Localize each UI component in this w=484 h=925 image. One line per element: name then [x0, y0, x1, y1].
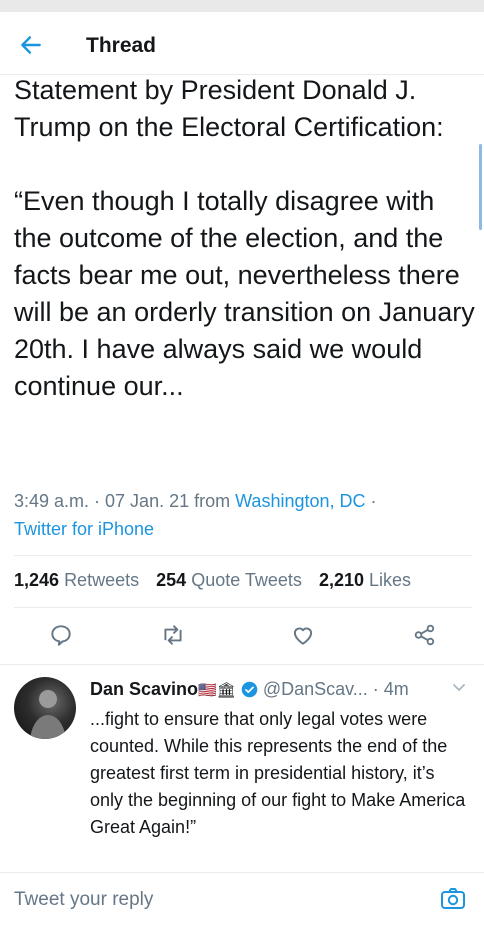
reply-text: ...fight to ensure that only legal votes… — [90, 709, 466, 837]
quote-tweets-label: Quote Tweets — [191, 570, 302, 590]
tweet-text: Statement by President Donald J. Trump o… — [14, 75, 475, 401]
meta-separator: · — [365, 491, 377, 511]
reply-input[interactable] — [14, 885, 414, 915]
reply-header: Dan Scavino🇺🇸🏛 @DanScav... · 4m — [90, 679, 409, 700]
reply-author-emoji: 🇺🇸🏛 — [198, 682, 236, 699]
tweet-stats: 1,246 Retweets 254 Quote Tweets 2,210 Li… — [14, 570, 474, 591]
verified-badge-icon — [241, 681, 258, 698]
reply-author-handle[interactable]: @DanScav... — [263, 679, 368, 699]
divider — [14, 555, 472, 556]
reply-author-name[interactable]: Dan Scavino — [90, 679, 198, 699]
share-icon[interactable] — [412, 622, 438, 648]
avatar[interactable] — [14, 677, 76, 739]
thread-header: Thread — [0, 12, 484, 75]
tweet-client-link[interactable]: Twitter for iPhone — [14, 519, 154, 539]
likes-count: 2,210 — [318, 570, 364, 590]
camera-icon[interactable] — [440, 887, 466, 911]
tweet-location-link[interactable]: Washington, DC — [235, 491, 365, 511]
likes-label: Likes — [369, 570, 412, 590]
retweets-label: Retweets — [64, 570, 140, 590]
reply-time: · 4m — [367, 679, 409, 699]
scrollbar[interactable] — [479, 144, 482, 230]
divider — [14, 607, 472, 608]
retweets-count: 1,246 — [14, 570, 60, 590]
reply-icon[interactable] — [48, 622, 74, 648]
chevron-down-icon[interactable] — [452, 683, 466, 693]
reply-tweet[interactable]: Dan Scavino🇺🇸🏛 @DanScav... · 4m ...fight… — [0, 665, 484, 870]
like-icon[interactable] — [290, 622, 316, 648]
retweets-stat[interactable]: 1,246 Retweets — [14, 570, 139, 590]
retweet-icon[interactable] — [160, 622, 186, 648]
tweet-meta: 3:49 a.m. · 07 Jan. 21 from Washington, … — [14, 487, 474, 543]
tweet-actions — [0, 618, 484, 658]
tweet-timestamp: 3:49 a.m. · 07 Jan. 21 from — [14, 491, 236, 511]
likes-stat[interactable]: 2,210 Likes — [319, 570, 411, 590]
person-silhouette-icon — [30, 690, 66, 739]
page-title: Thread — [86, 34, 157, 57]
status-bar-strip — [0, 0, 484, 12]
quote-tweets-count: 254 — [156, 570, 187, 590]
quote-tweets-stat[interactable]: 254 Quote Tweets — [156, 570, 302, 590]
reply-composer — [0, 873, 484, 925]
arrow-left-icon[interactable] — [18, 32, 44, 58]
